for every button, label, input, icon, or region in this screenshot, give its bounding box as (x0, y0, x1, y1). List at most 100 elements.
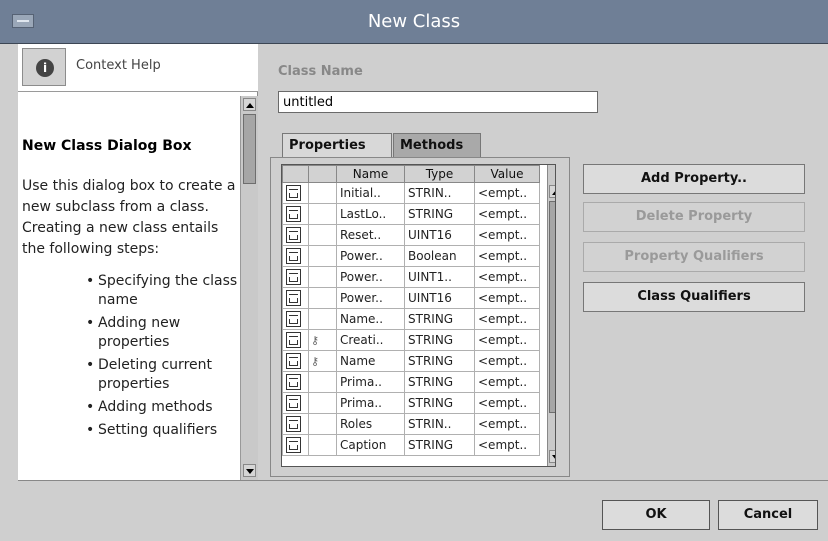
cell-name[interactable]: Prima.. (336, 371, 405, 393)
column-header-name[interactable]: Name (336, 165, 405, 183)
column-header-value[interactable]: Value (474, 165, 540, 183)
cell-name[interactable]: Power.. (336, 245, 405, 267)
help-step-item: Adding methods (86, 398, 238, 417)
cell-type[interactable]: STRING (404, 203, 475, 225)
window-title: New Class (367, 11, 461, 32)
row-icon-cell (282, 434, 309, 456)
cell-type[interactable]: STRING (404, 371, 475, 393)
cell-value[interactable]: <empt.. (474, 203, 540, 225)
scroll-down-arrow-icon[interactable] (243, 464, 256, 477)
column-header-key (308, 165, 337, 183)
scroll-down-arrow-icon[interactable] (549, 450, 555, 463)
row-icon-cell (282, 224, 309, 246)
property-icon (286, 248, 301, 264)
table-row[interactable]: Reset.. UINT16 <empt.. (282, 224, 540, 246)
ok-button[interactable]: OK (602, 500, 710, 530)
table-row[interactable]: Power.. UINT1.. <empt.. (282, 266, 540, 288)
cell-type[interactable]: UINT16 (404, 224, 475, 246)
scroll-thumb[interactable] (243, 114, 256, 184)
table-row[interactable]: Caption STRING <empt.. (282, 434, 540, 456)
cell-type[interactable]: STRIN.. (404, 182, 475, 204)
scroll-up-arrow-icon[interactable] (549, 185, 555, 198)
cell-value[interactable]: <empt.. (474, 329, 540, 351)
cell-value[interactable]: <empt.. (474, 392, 540, 414)
column-header-type[interactable]: Type (404, 165, 475, 183)
table-row[interactable]: Power.. UINT16 <empt.. (282, 287, 540, 309)
cell-name[interactable]: Caption (336, 434, 405, 456)
property-qualifiers-button[interactable]: Property Qualifiers (583, 242, 805, 272)
table-row[interactable]: Name.. STRING <empt.. (282, 308, 540, 330)
help-scrollbar[interactable] (240, 96, 258, 480)
cell-value[interactable]: <empt.. (474, 266, 540, 288)
row-key-cell (308, 203, 337, 225)
cell-type[interactable]: UINT16 (404, 287, 475, 309)
table-row[interactable]: Roles STRIN.. <empt.. (282, 413, 540, 435)
context-help-pane: i Context Help New Class Dialog Box Use … (18, 44, 258, 480)
table-row[interactable]: Prima.. STRING <empt.. (282, 371, 540, 393)
cell-name[interactable]: LastLo.. (336, 203, 405, 225)
row-key-cell (308, 266, 337, 288)
cancel-button[interactable]: Cancel (718, 500, 818, 530)
row-icon-cell (282, 182, 309, 204)
row-icon-cell (282, 413, 309, 435)
cell-name[interactable]: Power.. (336, 266, 405, 288)
cell-value[interactable]: <empt.. (474, 287, 540, 309)
class-name-input[interactable] (278, 91, 598, 113)
property-icon (286, 374, 301, 390)
cell-value[interactable]: <empt.. (474, 182, 540, 204)
cell-value[interactable]: <empt.. (474, 308, 540, 330)
scroll-up-arrow-icon[interactable] (243, 98, 256, 111)
cell-name[interactable]: Creati.. (336, 329, 405, 351)
context-help-label: Context Help (76, 58, 161, 73)
delete-property-button[interactable]: Delete Property (583, 202, 805, 232)
properties-table-container: Name Type Value Initial.. STRIN.. <empt.. L… (281, 164, 556, 467)
table-row[interactable]: ⚷ Creati.. STRING <empt.. (282, 329, 540, 351)
property-icon (286, 416, 301, 432)
cell-type[interactable]: UINT1.. (404, 266, 475, 288)
add-property-button[interactable]: Add Property.. (583, 164, 805, 194)
cell-value[interactable]: <empt.. (474, 245, 540, 267)
row-key-cell (308, 308, 337, 330)
context-help-toggle[interactable]: i (22, 48, 66, 86)
cell-value[interactable]: <empt.. (474, 413, 540, 435)
row-key-cell: ⚷ (308, 350, 337, 372)
table-row[interactable]: Prima.. STRING <empt.. (282, 392, 540, 414)
table-row[interactable]: LastLo.. STRING <empt.. (282, 203, 540, 225)
cell-value[interactable]: <empt.. (474, 224, 540, 246)
scroll-thumb[interactable] (549, 201, 555, 413)
cell-name[interactable]: Name.. (336, 308, 405, 330)
property-icon (286, 185, 301, 201)
table-row[interactable]: Initial.. STRIN.. <empt.. (282, 182, 540, 204)
properties-table: Name Type Value Initial.. STRIN.. <empt.. L… (282, 165, 540, 456)
tab-properties[interactable]: Properties (282, 133, 392, 157)
class-qualifiers-button[interactable]: Class Qualifiers (583, 282, 805, 312)
help-title: New Class Dialog Box (22, 138, 192, 154)
help-step-item: Setting qualifiers (86, 421, 238, 440)
property-icon (286, 332, 301, 348)
row-icon-cell (282, 329, 309, 351)
table-row[interactable]: ⚷ Name STRING <empt.. (282, 350, 540, 372)
cell-type[interactable]: STRING (404, 308, 475, 330)
cell-type[interactable]: STRING (404, 350, 475, 372)
row-icon-cell (282, 287, 309, 309)
cell-value[interactable]: <empt.. (474, 350, 540, 372)
cell-type[interactable]: STRIN.. (404, 413, 475, 435)
cell-value[interactable]: <empt.. (474, 371, 540, 393)
property-icon (286, 227, 301, 243)
tab-methods[interactable]: Methods (393, 133, 481, 157)
table-scrollbar[interactable] (547, 165, 555, 466)
cell-type[interactable]: STRING (404, 434, 475, 456)
property-icon (286, 353, 301, 369)
cell-value[interactable]: <empt.. (474, 434, 540, 456)
cell-name[interactable]: Name (336, 350, 405, 372)
cell-name[interactable]: Power.. (336, 287, 405, 309)
cell-name[interactable]: Reset.. (336, 224, 405, 246)
cell-type[interactable]: STRING (404, 329, 475, 351)
cell-name[interactable]: Initial.. (336, 182, 405, 204)
help-step-item: Specifying the class name (86, 272, 238, 310)
table-row[interactable]: Power.. Boolean <empt.. (282, 245, 540, 267)
cell-type[interactable]: STRING (404, 392, 475, 414)
cell-type[interactable]: Boolean (404, 245, 475, 267)
cell-name[interactable]: Roles (336, 413, 405, 435)
cell-name[interactable]: Prima.. (336, 392, 405, 414)
